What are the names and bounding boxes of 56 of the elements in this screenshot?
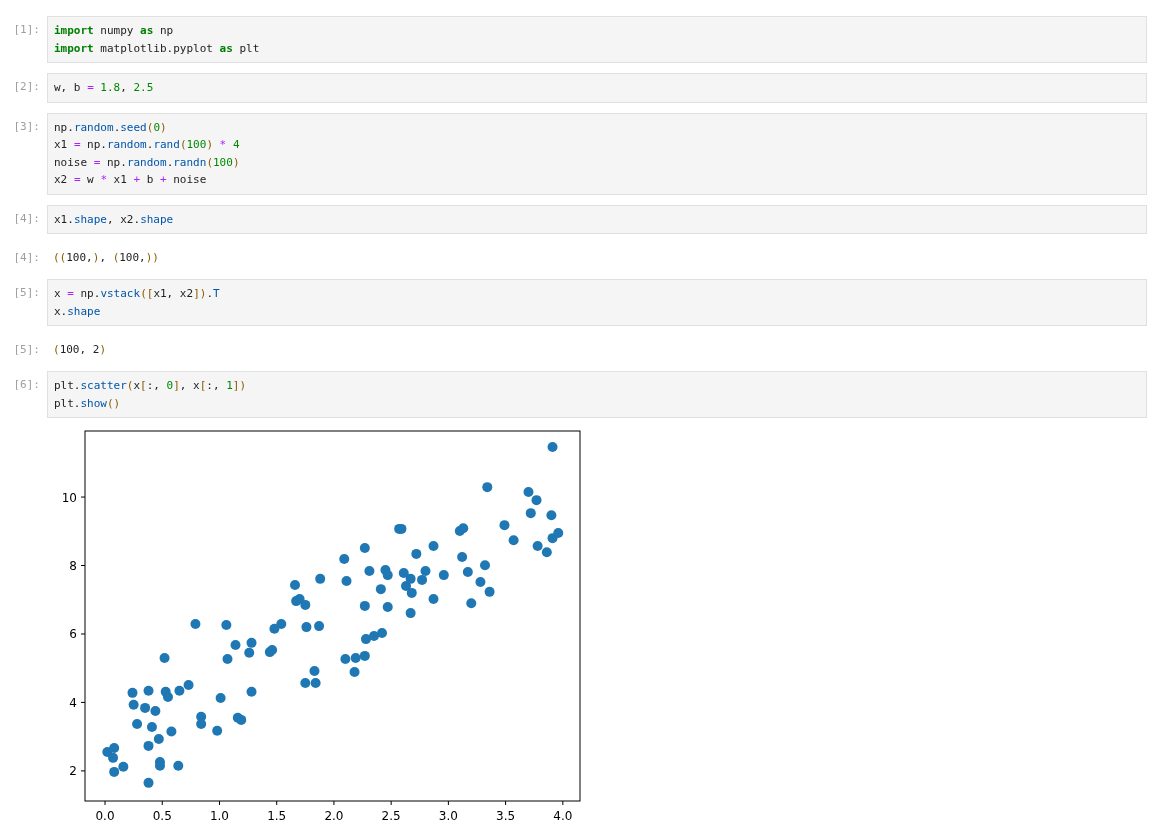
tick-label: 1.5 <box>267 809 287 823</box>
tick-label: 3.0 <box>438 809 458 823</box>
tick-label: 0.5 <box>152 809 172 823</box>
code-line: x1.shape, x2.shape <box>54 211 175 228</box>
tick-mark <box>104 800 106 806</box>
code-line: w, b = 1.8, 2.5 <box>54 80 155 96</box>
code-cell[interactable]: w, b = 1.8, 2.5 <box>47 73 1147 103</box>
code-line: x = np.vstack([x1, x2]).T <box>54 286 221 302</box>
tick-mark <box>505 800 507 806</box>
tick-mark <box>219 800 220 806</box>
cell-prompt: [2]: <box>12 79 41 95</box>
cell-prompt: [4]: <box>12 250 41 266</box>
tick-label: 4 <box>69 695 77 710</box>
tick-label: 10 <box>61 490 77 505</box>
code-cell[interactable]: import numpy as np import matplotlib.pyplot as plt <box>47 16 1147 63</box>
tick-label: 8 <box>69 559 77 573</box>
tick-mark <box>390 800 392 806</box>
cell-prompt: [5]: <box>12 342 41 358</box>
code-cell[interactable]: x1.shape, x2.shape <box>47 204 1147 234</box>
code-line: x2 = w * x1 + b + noise <box>54 172 208 188</box>
cell-prompt: [4]: <box>12 210 41 227</box>
code-cell[interactable]: np.random.seed(0) x1 = np.random.rand(100) * 4 noise = np.random.randn(100) x2 = w * x1 + b + noise <box>47 112 1147 195</box>
tick-mark <box>80 633 86 635</box>
cell-prompt: [1]: <box>12 22 41 38</box>
tick-label: 1.0 <box>209 809 230 823</box>
code-line: plt.scatter(x[:, 0], x[:, 1]) <box>54 378 248 394</box>
tick-label: 0.0 <box>95 809 115 823</box>
code-line: x.shape <box>54 303 102 320</box>
tick-label: 2.5 <box>381 809 401 823</box>
tick-label: 2.0 <box>324 809 344 823</box>
tick-mark <box>80 701 86 703</box>
tick-label: 3.5 <box>496 809 516 823</box>
cell-prompt: [6]: <box>12 377 41 393</box>
tick-mark <box>80 770 86 772</box>
tick-mark <box>447 800 449 806</box>
tick-mark <box>333 800 335 806</box>
tick-mark <box>80 565 86 566</box>
tick-mark <box>276 800 278 806</box>
cell-prompt: [3]: <box>12 118 41 135</box>
tick-label: 4.0 <box>553 809 573 823</box>
output-text: ((100,), (100,)) <box>53 250 160 266</box>
cell-prompt: [5]: <box>12 285 41 301</box>
code-cell[interactable]: x = np.vstack([x1, x2]).T x.shape <box>47 279 1147 326</box>
code-line: import matplotlib.pyplot as plt <box>54 40 261 57</box>
tick-label: 6 <box>69 627 77 642</box>
code-line: x1 = np.random.rand(100) * 4 <box>54 137 241 153</box>
output-text: (100, 2) <box>53 342 107 358</box>
code-line: noise = np.random.randn(100) <box>54 154 241 171</box>
tick-mark <box>161 800 163 806</box>
code-cell[interactable]: plt.scatter(x[:, 0], x[:, 1]) plt.show() <box>47 371 1147 418</box>
code-line: np.random.seed(0) <box>54 119 168 136</box>
code-line: plt.show() <box>54 395 122 412</box>
tick-label: 2 <box>69 764 77 779</box>
tick-mark <box>562 800 564 806</box>
tick-mark <box>80 496 86 498</box>
code-line: import numpy as np <box>54 23 175 39</box>
